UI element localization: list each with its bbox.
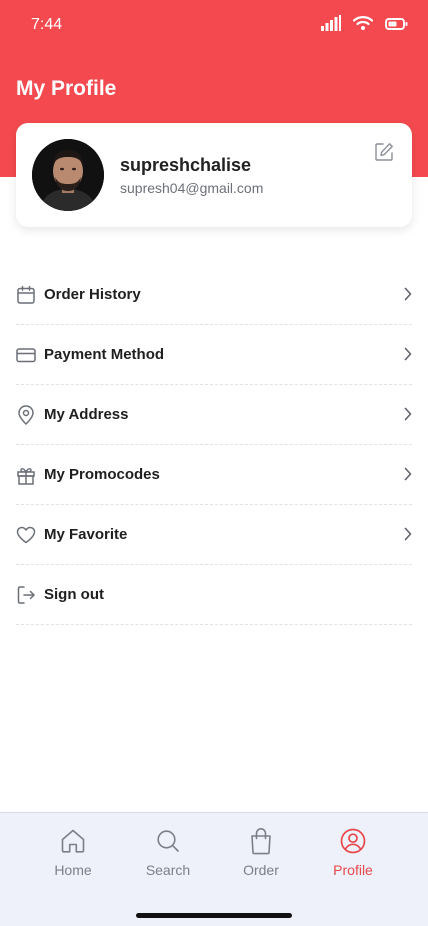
menu-item-my-promocodes[interactable]: My Promocodes	[16, 445, 412, 505]
nav-label-search: Search	[145, 862, 191, 878]
nav-item-search[interactable]: Search	[128, 827, 208, 878]
profile-icon	[313, 827, 393, 855]
calendar-icon	[16, 285, 36, 305]
wifi-icon	[352, 15, 374, 36]
page-title: My Profile	[16, 77, 117, 100]
menu-item-sign-out[interactable]: Sign out	[16, 565, 412, 625]
menu-item-payment-method[interactable]: Payment Method	[16, 325, 412, 385]
battery-icon	[385, 17, 408, 35]
profile-card: supreshchalise supresh04@gmail.com	[16, 123, 412, 227]
search-icon	[128, 827, 208, 855]
menu-item-label: My Promocodes	[44, 466, 160, 483]
avatar	[32, 139, 104, 211]
menu-item-label: My Address	[44, 406, 129, 423]
chevron-right-icon	[404, 287, 412, 306]
status-time: 7:44	[31, 16, 63, 33]
nav-item-profile[interactable]: Profile	[313, 827, 393, 878]
menu-item-order-history[interactable]: Order History	[16, 265, 412, 325]
menu-item-label: Payment Method	[44, 346, 165, 363]
bottom-nav: Home Search Order Profile	[0, 812, 428, 926]
profile-email: supresh04@gmail.com	[120, 180, 264, 196]
chevron-right-icon	[404, 347, 412, 366]
heart-icon	[16, 525, 36, 545]
credit-card-icon	[16, 345, 36, 365]
menu-item-label: Sign out	[44, 586, 104, 603]
chevron-right-icon	[404, 467, 412, 486]
menu-item-my-address[interactable]: My Address	[16, 385, 412, 445]
profile-name: supreshchalise	[120, 155, 252, 175]
menu-item-label: My Favorite	[44, 526, 128, 543]
edit-icon[interactable]	[374, 142, 394, 167]
signal-icon	[321, 15, 341, 36]
profile-menu: Order History Payment Method My Address	[16, 265, 412, 625]
status-icons	[321, 15, 408, 36]
menu-item-my-favorite[interactable]: My Favorite	[16, 505, 412, 565]
nav-item-order[interactable]: Order	[221, 827, 301, 878]
status-bar: 7:44	[0, 0, 428, 50]
nav-label-order: Order	[243, 862, 279, 878]
nav-label-profile: Profile	[333, 862, 373, 878]
home-indicator	[136, 913, 292, 918]
nav-label-home: Home	[54, 862, 92, 878]
sign-out-icon	[16, 585, 36, 605]
home-icon	[33, 827, 113, 855]
chevron-right-icon	[404, 407, 412, 426]
chevron-right-icon	[404, 527, 412, 546]
gift-icon	[16, 465, 36, 485]
nav-item-home[interactable]: Home	[33, 827, 113, 878]
location-pin-icon	[16, 404, 36, 425]
shopping-bag-icon	[221, 827, 301, 855]
menu-item-label: Order History	[44, 286, 141, 303]
